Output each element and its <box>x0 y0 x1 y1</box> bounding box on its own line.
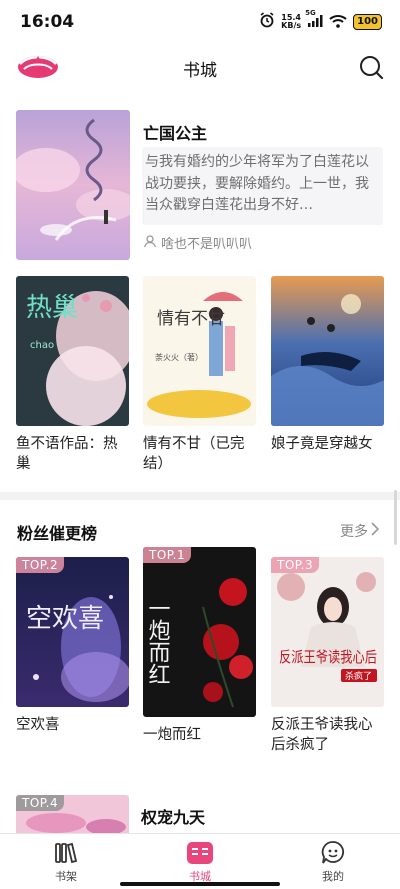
tab-label: 书架 <box>55 870 77 883</box>
featured-book-title[interactable]: 亡国公主 <box>143 120 207 144</box>
chevron-right-icon <box>370 522 380 540</box>
rank-badge: TOP.3 <box>271 557 320 573</box>
cover-title-text: 反派王爷读我心后 <box>279 648 377 666</box>
rank-book-card[interactable]: 一炮而红 TOP.1 一炮而红 <box>143 547 256 745</box>
book-title[interactable]: 一炮而红 <box>143 725 256 745</box>
author-icon <box>143 234 157 252</box>
tab-profile[interactable]: 我的 <box>293 840 373 884</box>
book-title[interactable]: 娘子竟是穿越女 <box>271 434 384 454</box>
rank-book-grid: 空欢喜 TOP.2 空欢喜 一炮而红 TOP.1 一炮而红 反派王爷读我心后 杀… <box>16 545 384 760</box>
page-title: 书城 <box>183 61 217 81</box>
bookstore-icon <box>187 842 213 864</box>
status-bar: 16:04 15.4 KB/s 5G 100 <box>0 0 400 46</box>
book-cover[interactable]: 情有不甘 荼火火（著） <box>143 276 256 426</box>
status-icons: 15.4 KB/s 5G 100 <box>259 9 382 32</box>
more-label[interactable]: 更多 <box>340 521 368 541</box>
featured-book-cover[interactable] <box>16 110 130 260</box>
rank-badge: TOP.1 <box>143 547 192 563</box>
cover-title-text: 一炮而红 <box>145 597 171 685</box>
tab-label: 我的 <box>322 870 344 883</box>
book-title[interactable]: 空欢喜 <box>16 715 129 735</box>
featured-book-card[interactable]: 亡国公主 与我有婚约的少年将军为了白莲花以战功要挟，要解除婚约。上一世，我当众戳… <box>16 110 384 260</box>
book-card[interactable]: 娘子竟是穿越女 <box>271 276 384 454</box>
bottom-tab-bar: 书架 书城 我的 <box>0 833 400 889</box>
cover-sub-text: 杀疯了 <box>345 670 372 682</box>
home-indicator[interactable] <box>120 882 280 886</box>
author-name: 啥也不是叭叭叭 <box>161 237 253 252</box>
main-content[interactable]: 亡国公主 与我有婚约的少年将军为了白莲花以战功要挟，要解除婚约。上一世，我当众戳… <box>0 88 400 833</box>
more-link[interactable]: 更多 <box>340 521 380 541</box>
signal-icon: 5G <box>305 9 323 32</box>
featured-book-author: 啥也不是叭叭叭 <box>143 233 252 252</box>
network-speed: 15.4 KB/s <box>281 14 301 30</box>
top-header: 书城 <box>0 46 400 88</box>
cover-title-text: 热巢 <box>26 293 78 323</box>
tab-bookshelf[interactable]: 书架 <box>26 840 106 884</box>
cover-sub-text: 荼火火（著） <box>155 352 203 362</box>
search-icon[interactable] <box>358 54 384 80</box>
cover-title-text: 情有不甘 <box>157 309 225 329</box>
featured-book-description: 与我有婚约的少年将军为了白莲花以战功要挟，要解除婚约。上一世，我当众戳穿白莲花出… <box>142 147 383 225</box>
book-title[interactable]: 鱼不语作品：热巢 <box>16 434 129 474</box>
section-divider <box>0 492 400 500</box>
battery-indicator: 100 <box>353 14 382 30</box>
book-card[interactable]: 热巢 chao 鱼不语作品：热巢 <box>16 276 129 474</box>
signal-label: 5G <box>305 8 316 17</box>
book-cover[interactable]: 热巢 chao <box>16 276 129 426</box>
cover-sub-text: chao <box>30 340 54 351</box>
tab-bookstore[interactable]: 书城 <box>160 840 240 884</box>
scroll-indicator <box>394 490 397 545</box>
book-card[interactable]: 情有不甘 荼火火（著） 情有不甘（已完结） <box>143 276 256 474</box>
cover-title-text: 空欢喜 <box>26 604 104 634</box>
netspeed-unit: KB/s <box>281 21 302 30</box>
recommend-book-grid: 热巢 chao 鱼不语作品：热巢 情有不甘 荼火火（著） 情有不甘（已完结） 娘… <box>16 276 384 476</box>
rank-book-card[interactable]: 反派王爷读我心后 杀疯了 TOP.3 反派王爷读我心后杀疯了 <box>271 557 384 755</box>
rank-badge: TOP.4 <box>16 795 65 811</box>
book-cover[interactable]: 空欢喜 TOP.2 <box>16 557 129 707</box>
book-cover[interactable]: 反派王爷读我心后 杀疯了 TOP.3 <box>271 557 384 707</box>
profile-icon <box>321 841 345 864</box>
rank-book-cover-partial[interactable]: TOP.4 <box>16 795 129 833</box>
status-time: 16:04 <box>20 12 75 32</box>
book-title[interactable]: 情有不甘（已完结） <box>143 434 256 474</box>
book-title[interactable]: 反派王爷读我心后杀疯了 <box>271 715 384 755</box>
rank-badge: TOP.2 <box>16 557 65 573</box>
book-cover[interactable]: 一炮而红 TOP.1 <box>143 547 256 717</box>
wifi-icon <box>329 13 347 32</box>
alarm-icon <box>259 12 275 32</box>
section-title: 粉丝催更榜 <box>17 524 98 543</box>
bookshelf-icon <box>55 842 78 864</box>
rank-book-card[interactable]: 空欢喜 TOP.2 空欢喜 <box>16 557 129 735</box>
book-cover[interactable] <box>271 276 384 426</box>
book-title[interactable]: 权宠九天 <box>141 804 205 828</box>
